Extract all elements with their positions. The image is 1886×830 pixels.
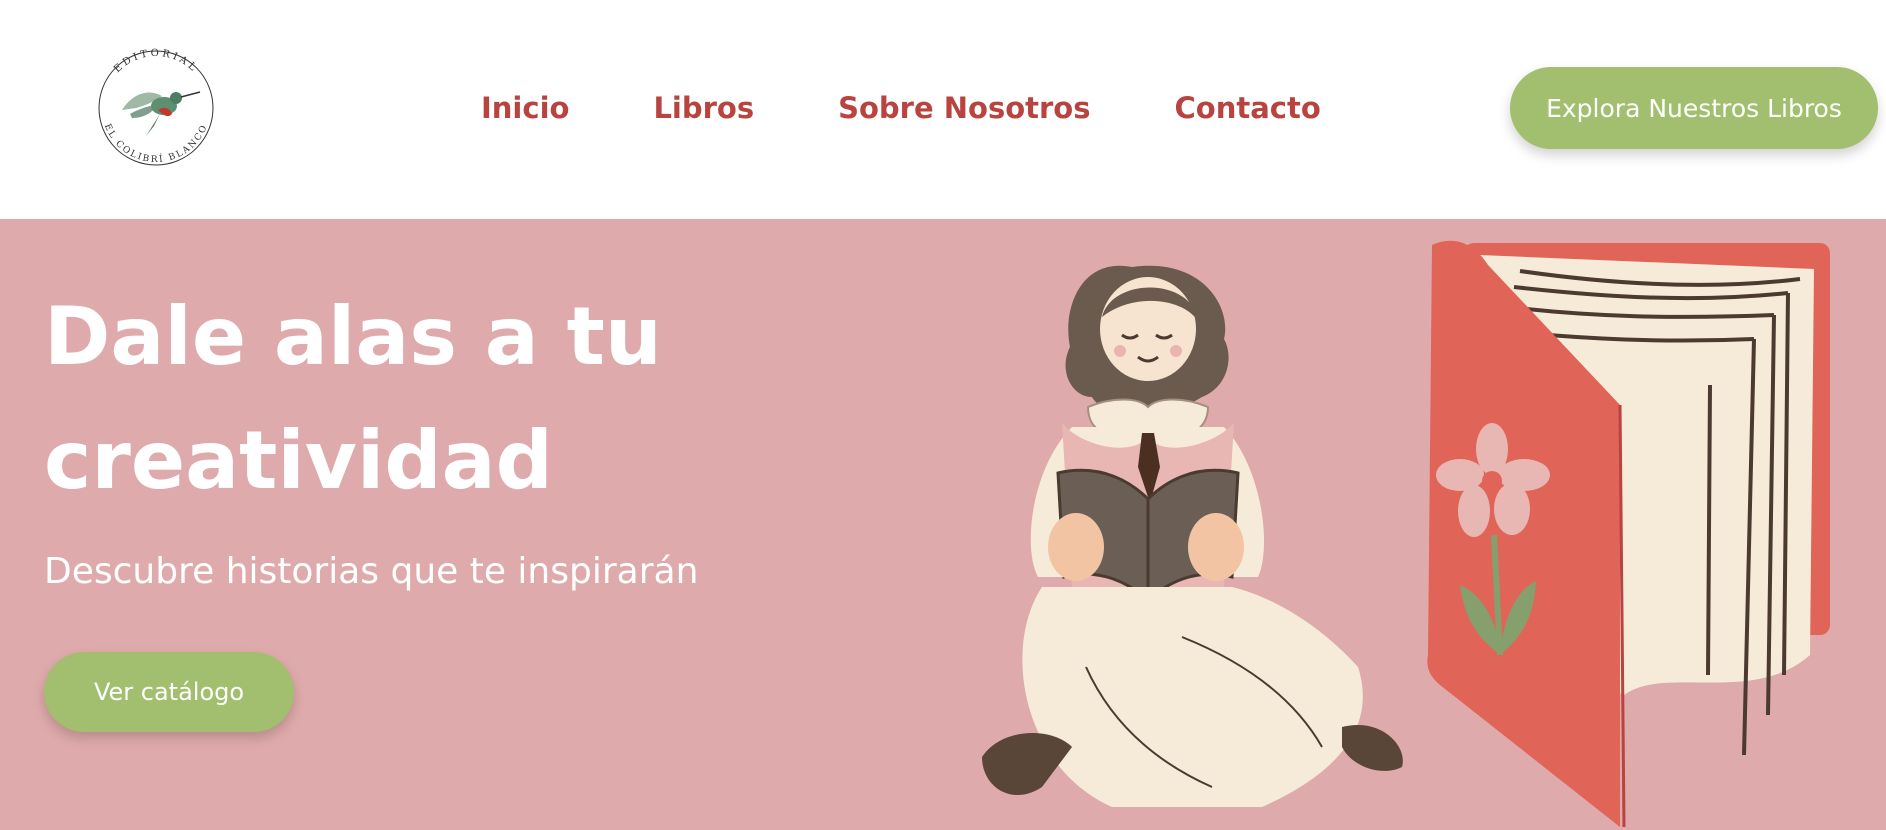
main-nav: Inicio Libros Sobre Nosotros Contacto (481, 84, 1321, 132)
nav-item-inicio[interactable]: Inicio (481, 91, 569, 125)
nav-item-sobre-nosotros[interactable]: Sobre Nosotros (838, 91, 1090, 125)
nav-item-contacto[interactable]: Contacto (1174, 91, 1320, 125)
open-book-flower-illustration-icon (1427, 240, 1830, 827)
hero-subtitle: Descubre historias que te inspirarán (44, 551, 699, 592)
site-header: EDITORIAL EL COLIBRÍ BLANCO Inicio Libro… (0, 0, 1886, 219)
hero-title-line-1: Dale alas a tu (44, 290, 662, 383)
view-catalog-button[interactable]: Ver catálogo (44, 652, 294, 732)
svg-text:EDITORIAL: EDITORIAL (112, 48, 200, 75)
logo-bottom-text: EL COLIBRÍ BLANCO (102, 122, 208, 165)
hero-title-line-2: creatividad (44, 414, 553, 507)
hero-title: Dale alas a tu creatividad (44, 275, 804, 523)
girl-reading-illustration-icon (982, 265, 1403, 807)
hero-section: Dale alas a tu creatividad Descubre hist… (0, 219, 1886, 830)
hummingbird-logo-icon[interactable]: EDITORIAL EL COLIBRÍ BLANCO (92, 44, 220, 172)
logo-top-text: EDITORIAL (112, 48, 197, 75)
nav-item-libros[interactable]: Libros (653, 91, 754, 125)
explore-books-button[interactable]: Explora Nuestros Libros (1510, 67, 1878, 149)
svg-text:EL COLIBRÍ BLANCO: EL COLIBRÍ BLANCO (102, 122, 210, 165)
